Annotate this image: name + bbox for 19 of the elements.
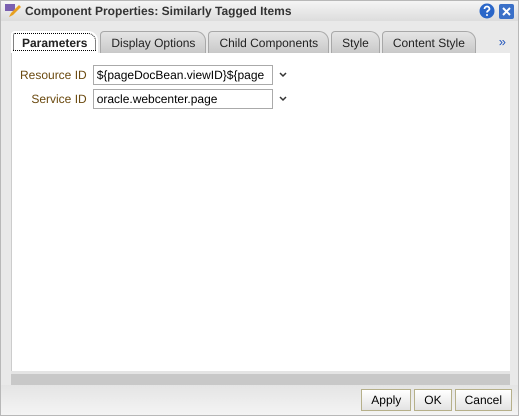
field-label: Service ID bbox=[30, 92, 87, 106]
chevron-down-icon[interactable] bbox=[278, 72, 287, 78]
help-icon[interactable] bbox=[479, 3, 495, 19]
pencil-icon bbox=[5, 4, 21, 18]
dialog-button[interactable]: Apply bbox=[361, 389, 412, 411]
dialog-button[interactable]: Cancel bbox=[454, 389, 512, 411]
tab[interactable]: Style bbox=[331, 31, 380, 53]
tab[interactable]: Display Options bbox=[100, 31, 206, 53]
chevron-down-icon[interactable] bbox=[278, 96, 287, 102]
tab[interactable]: Content Style bbox=[382, 31, 476, 53]
field-label: Resource ID bbox=[20, 68, 87, 82]
dialog-button[interactable]: OK bbox=[414, 389, 452, 411]
window-title: Component Properties: Similarly Tagged Items bbox=[25, 4, 292, 18]
input-field[interactable]: ${pageDocBean.viewID}${page bbox=[92, 65, 273, 85]
input-field[interactable]: oracle.webcenter.page bbox=[92, 89, 273, 109]
tab[interactable]: Child Components bbox=[208, 31, 330, 53]
more-tabs-button[interactable]: » bbox=[494, 34, 510, 53]
close-icon[interactable] bbox=[499, 4, 514, 18]
tab[interactable]: Parameters bbox=[11, 31, 98, 53]
